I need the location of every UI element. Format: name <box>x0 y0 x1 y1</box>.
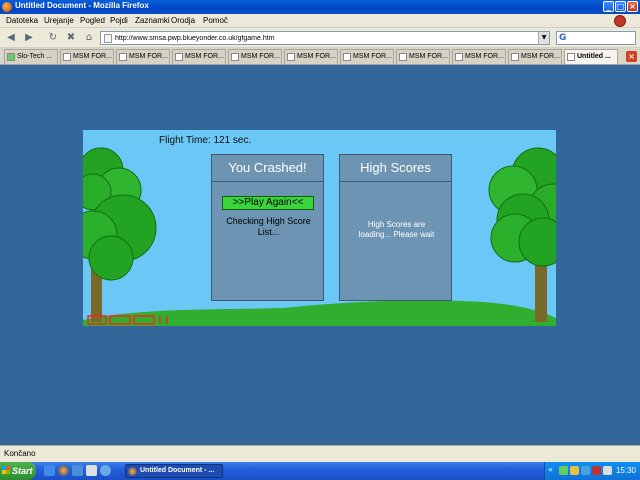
ie-quicklaunch-icon[interactable] <box>72 465 83 476</box>
tab-msm-forum[interactable]: MSM FOR... <box>396 49 450 64</box>
tab-msm-forum[interactable]: MSM FOR... <box>508 49 562 64</box>
close-icon[interactable]: × <box>627 1 638 12</box>
crash-panel: You Crashed! >>Play Again<< Checking Hig… <box>211 154 324 301</box>
clock: 15:30 <box>615 466 636 475</box>
menu-pogled[interactable]: Pogled <box>80 16 105 25</box>
page-favicon-icon <box>104 34 112 43</box>
menu-pomoc[interactable]: Pomoč <box>203 16 228 25</box>
taskbar-item-firefox[interactable]: Untitled Document - ... <box>125 464 223 478</box>
high-scores-loading-text: High Scores are loading... Please wait <box>358 220 435 239</box>
tab-favicon-icon <box>231 53 239 61</box>
tab-msm-forum[interactable]: MSM FOR... <box>452 49 506 64</box>
status-text: Končano <box>4 449 36 458</box>
tab-msm-forum[interactable]: MSM FOR... <box>340 49 394 64</box>
search-bar[interactable]: G <box>556 31 636 45</box>
stop-icon[interactable]: ✖ <box>64 31 78 45</box>
taskbar: Start Untitled Document - ... « 15:30 <box>0 462 640 480</box>
tab-favicon-icon <box>175 53 183 61</box>
tab-untitled-active[interactable]: Untitled ... <box>564 49 618 64</box>
minimize-icon[interactable]: _ <box>603 1 614 12</box>
tray-app-icon[interactable] <box>581 466 590 475</box>
menu-bar: Datoteka Urejanje Pogled Pojdi Zaznamki … <box>0 14 640 28</box>
firefox-icon <box>128 467 137 476</box>
tab-slo-tech[interactable]: Slo-Tech ... <box>4 49 58 64</box>
tray-security-icon[interactable] <box>592 466 601 475</box>
menu-datoteka[interactable]: Datoteka <box>6 16 38 25</box>
firefox-icon <box>2 2 12 12</box>
search-engine-icon[interactable]: G <box>559 33 566 43</box>
tab-favicon-icon <box>455 53 463 61</box>
tab-favicon-icon <box>63 53 71 61</box>
url-input[interactable] <box>115 33 535 44</box>
game-area[interactable]: Flight Time: 121 sec. You Crashed! >>Pla… <box>83 130 556 326</box>
menu-zaznamki[interactable]: Zaznamki <box>135 16 170 25</box>
app-quicklaunch-icon[interactable] <box>86 465 97 476</box>
checking-high-score-text: Checking High Score List... <box>226 216 311 237</box>
show-desktop-icon[interactable] <box>44 465 55 476</box>
high-scores-title: High Scores <box>340 155 451 182</box>
forward-icon[interactable]: ▶ <box>22 31 36 45</box>
tab-msm-forum[interactable]: MSM FOR... <box>60 49 114 64</box>
left-tree <box>83 147 157 322</box>
tab-bar: Slo-Tech ... MSM FOR... MSM FOR... MSM F… <box>0 48 640 65</box>
tray-expand-icon[interactable]: « <box>548 465 553 474</box>
status-bar: Končano <box>0 445 640 462</box>
tab-favicon-icon <box>343 53 351 61</box>
throbber-icon <box>614 15 626 27</box>
menu-orodja[interactable]: Orodja <box>171 16 195 25</box>
crash-title: You Crashed! <box>212 155 323 182</box>
reload-icon[interactable]: ↻ <box>46 31 60 45</box>
tab-favicon-icon <box>119 53 127 61</box>
media-quicklaunch-icon[interactable] <box>100 465 111 476</box>
windows-logo-icon <box>2 466 10 474</box>
tab-favicon-icon <box>399 53 407 61</box>
right-tree <box>488 147 556 322</box>
tray-volume-icon[interactable] <box>603 466 612 475</box>
tab-favicon-icon <box>287 53 295 61</box>
play-again-button[interactable]: >>Play Again<< <box>222 196 314 210</box>
tab-msm-forum[interactable]: MSM FOR... <box>284 49 338 64</box>
start-button[interactable]: Start <box>0 462 36 480</box>
navigation-toolbar: ◀ ▶ ↻ ✖ ⌂ ▼ G <box>0 28 640 48</box>
tab-favicon-icon <box>511 53 519 61</box>
home-icon[interactable]: ⌂ <box>82 31 96 45</box>
address-bar[interactable]: ▼ <box>100 31 550 45</box>
system-tray: « 15:30 <box>544 462 640 480</box>
firefox-quicklaunch-icon[interactable] <box>58 465 69 476</box>
menu-pojdi[interactable]: Pojdi <box>110 16 128 25</box>
flight-time: Flight Time: 121 sec. <box>159 135 252 146</box>
tray-network-icon[interactable] <box>559 466 568 475</box>
tab-msm-forum[interactable]: MSM FOR... <box>228 49 282 64</box>
high-scores-panel: High Scores High Scores are loading... P… <box>339 154 452 301</box>
tab-favicon-icon <box>7 53 15 61</box>
menu-urejanje[interactable]: Urejanje <box>44 16 74 25</box>
tab-msm-forum[interactable]: MSM FOR... <box>116 49 170 64</box>
tab-msm-forum[interactable]: MSM FOR... <box>172 49 226 64</box>
window-title: Untitled Document - Mozilla Firefox <box>15 1 149 10</box>
page-content: Flight Time: 121 sec. You Crashed! >>Pla… <box>0 65 640 445</box>
maximize-icon[interactable]: □ <box>615 1 626 12</box>
window-titlebar: Untitled Document - Mozilla Firefox _ □ … <box>0 0 640 14</box>
tab-favicon-icon <box>567 53 575 61</box>
back-icon[interactable]: ◀ <box>4 31 18 45</box>
tray-msn-icon[interactable] <box>570 466 579 475</box>
url-dropdown-icon[interactable]: ▼ <box>538 32 549 44</box>
close-tab-icon[interactable]: × <box>626 51 637 62</box>
